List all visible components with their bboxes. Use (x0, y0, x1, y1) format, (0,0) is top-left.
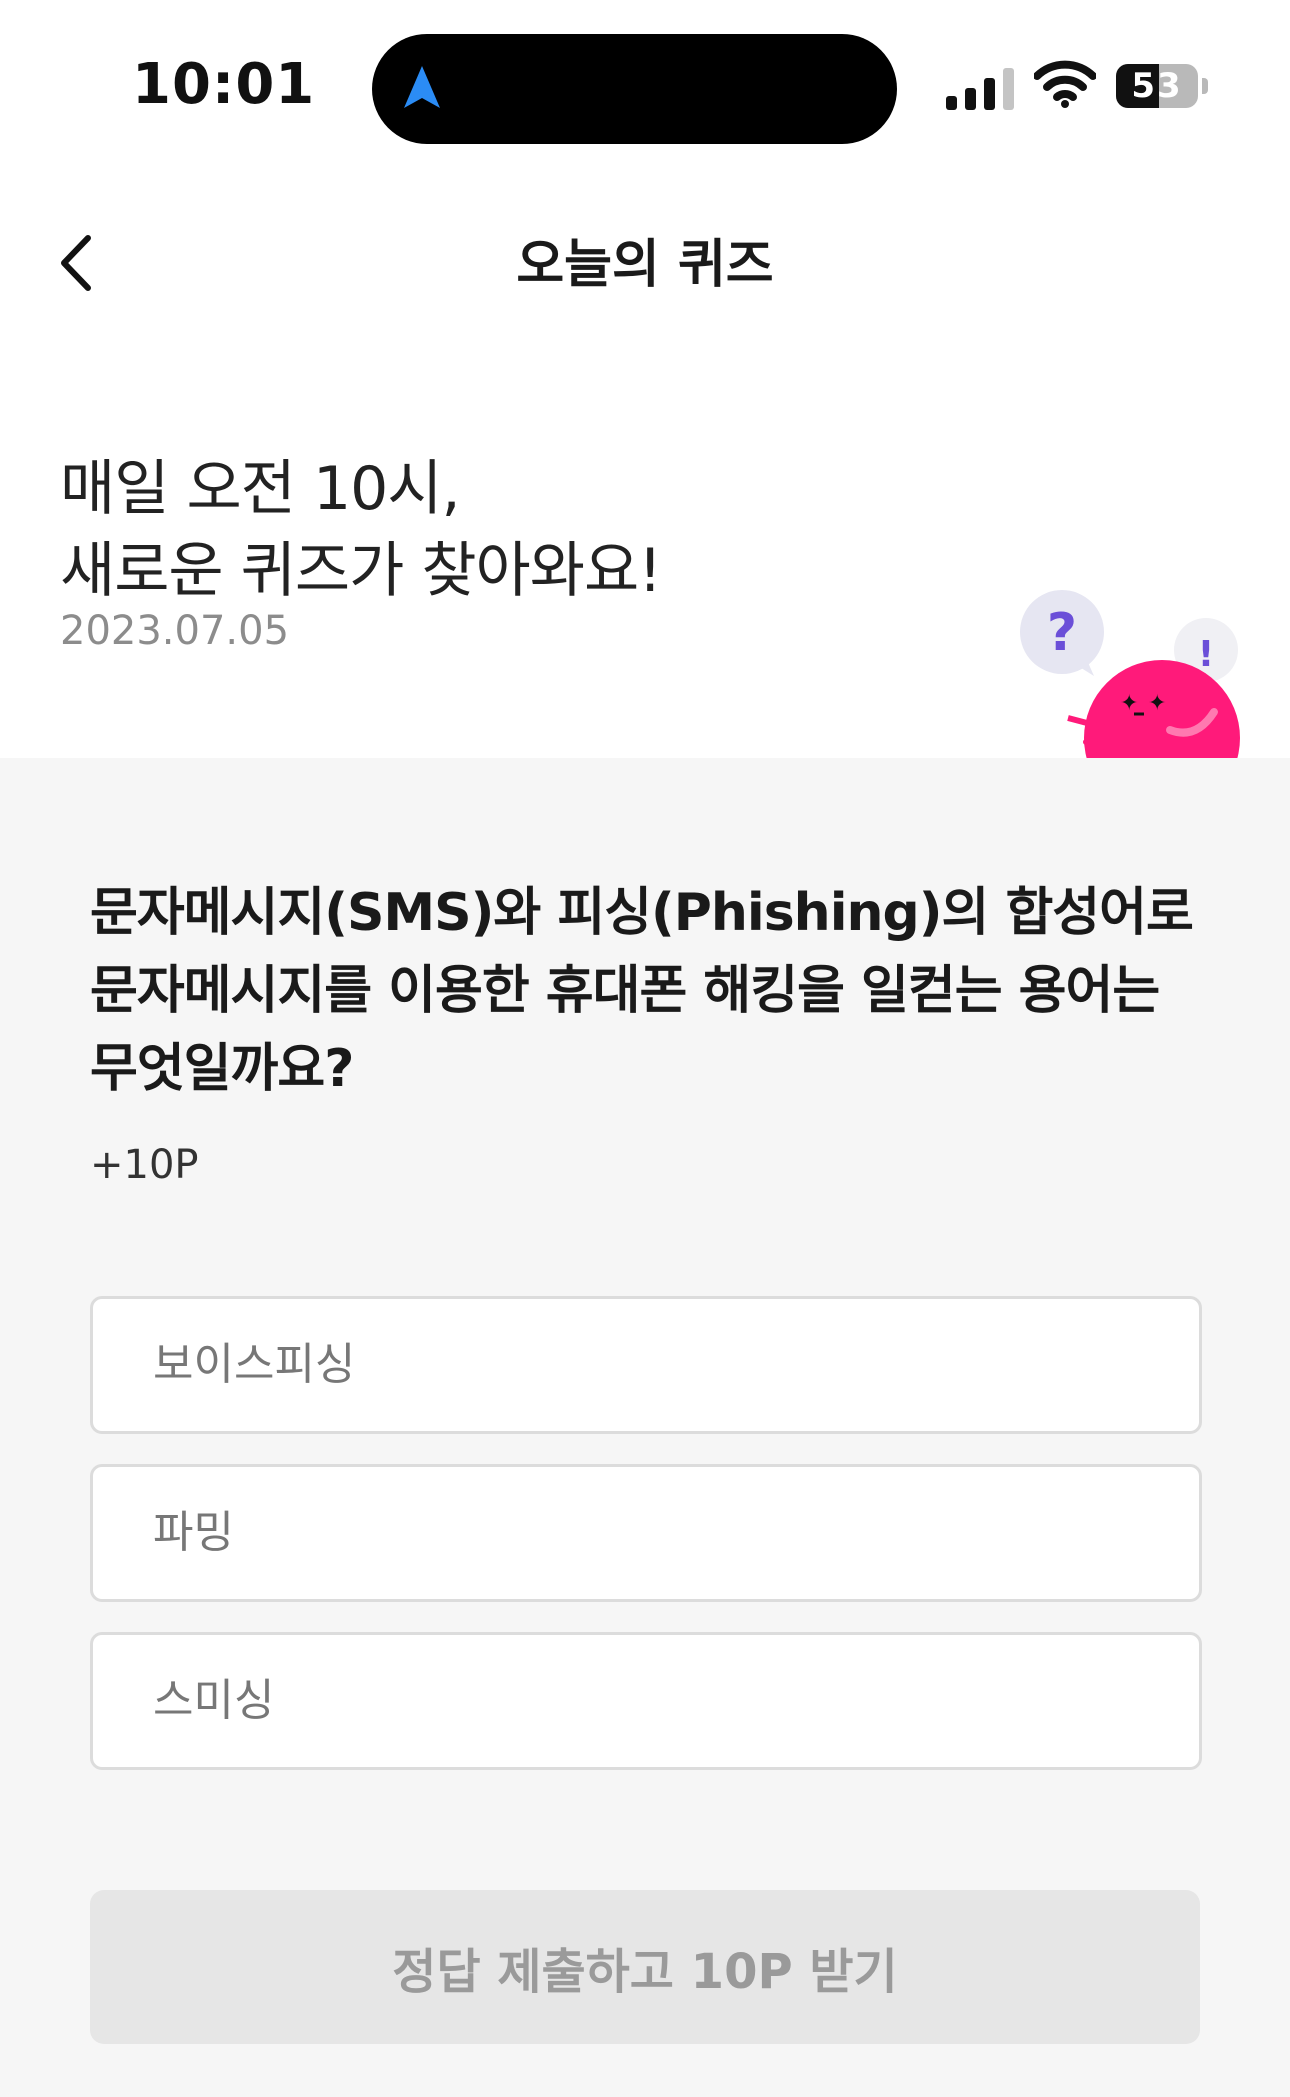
cellular-signal-icon (946, 66, 1016, 110)
quiz-question: 문자메시지(SMS)와 피싱(Phishing)의 합성어로 문자메시지를 이용… (90, 883, 1194, 1099)
answer-option-label: 보이스피싱 (153, 1339, 356, 1390)
wifi-icon (1034, 60, 1096, 108)
location-arrow-icon (404, 66, 440, 108)
battery-level: 53 (1131, 66, 1183, 106)
dynamic-island (372, 34, 897, 144)
exclaim-mark-text: ! (1198, 634, 1214, 675)
answer-option-smishing[interactable]: 스미싱 (90, 1632, 1202, 1770)
reward-points: +10P (90, 1142, 199, 1188)
question-mark-text: ? (1047, 603, 1077, 663)
quiz-date: 2023.07.05 (60, 608, 290, 654)
svg-text:✦: ✦ (1148, 691, 1166, 716)
battery-icon: 53 (1116, 64, 1208, 108)
page-title: 오늘의 퀴즈 (516, 235, 774, 295)
answer-option-label: 파밍 (153, 1507, 234, 1558)
status-bar: 10:01 53 (0, 0, 1290, 170)
answer-option-pharming[interactable]: 파밍 (90, 1464, 1202, 1602)
status-time: 10:01 (132, 52, 316, 117)
quiz-panel: 문자메시지(SMS)와 피싱(Phishing)의 합성어로 문자메시지를 이용… (0, 758, 1290, 2097)
svg-text:✦: ✦ (1120, 691, 1138, 716)
answer-option-label: 스미싱 (153, 1675, 275, 1726)
hero-heading-line2: 새로운 퀴즈가 찾아와요! (60, 536, 662, 606)
submit-answer-button[interactable]: 정답 제출하고 10P 받기 (90, 1890, 1200, 2044)
quiz-mascot-illustration: ? ! ✦ ✦ (1020, 590, 1240, 760)
answer-option-voice-phishing[interactable]: 보이스피싱 (90, 1296, 1202, 1434)
hero-heading-line1: 매일 오전 10시, (60, 454, 461, 524)
